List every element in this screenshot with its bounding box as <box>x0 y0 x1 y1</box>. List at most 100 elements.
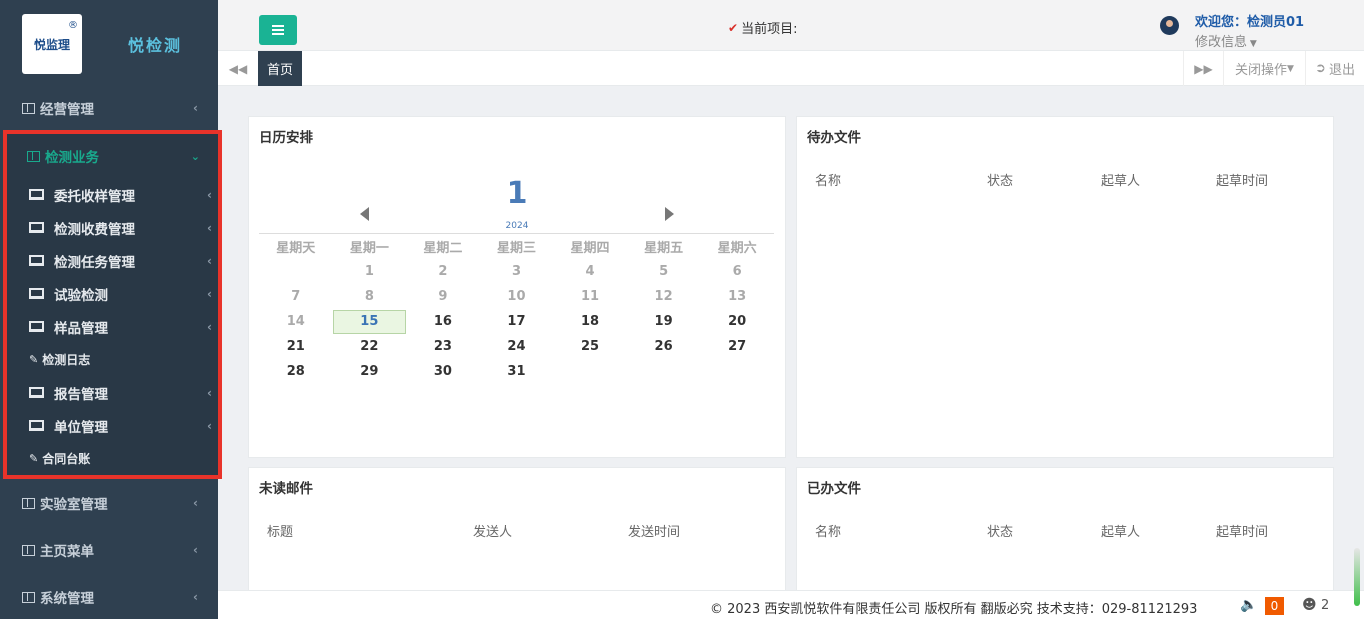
column-header: 名称 <box>815 174 842 189</box>
speaker-icon[interactable]: 🔈 <box>1240 597 1257 613</box>
hamburger-icon-line <box>272 29 284 31</box>
calendar-day[interactable]: 26 <box>627 334 701 359</box>
calendar-day[interactable]: 16 <box>406 309 480 334</box>
sidebar-item-home-menu[interactable]: 主页菜单 ‹ <box>0 530 218 570</box>
calendar-day[interactable]: 1 <box>333 259 407 284</box>
sidebar-item-testing[interactable]: 检测业务 ⌄ <box>7 134 218 178</box>
calendar-weekday: 星期二 <box>423 241 463 256</box>
calendar-day[interactable]: 18 <box>553 309 627 334</box>
calendar-day[interactable]: 25 <box>553 334 627 359</box>
sidebar-item-label: 经营管理 <box>40 102 94 118</box>
chevron-left-icon: ‹ <box>193 101 198 115</box>
panel-title: 日历安排 <box>259 130 313 146</box>
monitor-icon <box>29 387 44 398</box>
calendar-day[interactable]: 8 <box>333 284 407 309</box>
hamburger-icon <box>272 25 284 27</box>
logo-text: 悦监理 <box>33 37 70 52</box>
sidebar-item-reports[interactable]: 报告管理 ‹ <box>7 376 218 409</box>
sidebar-item-fees[interactable]: 检测收费管理 ‹ <box>7 211 218 244</box>
calendar-day[interactable]: 2 <box>406 259 480 284</box>
monitor-icon <box>29 222 44 233</box>
monitor-icon <box>29 288 44 299</box>
chevron-left-icon: ‹ <box>193 496 198 510</box>
sidebar-item-label: 样品管理 <box>54 320 108 337</box>
registered-mark: ® <box>68 20 78 31</box>
notification-badge[interactable]: 0 <box>1265 597 1284 615</box>
calendar-day[interactable]: 13 <box>700 284 774 309</box>
sidebar-item-units[interactable]: 单位管理 ‹ <box>7 409 218 442</box>
calendar-day[interactable]: 6 <box>700 259 774 284</box>
sidebar-item-label: 合同台账 <box>42 452 91 466</box>
calendar-day[interactable]: 12 <box>627 284 701 309</box>
sidebar-item-test[interactable]: 试验检测 ‹ <box>7 277 218 310</box>
book-icon <box>22 544 35 556</box>
scroll-tabs-right-button[interactable]: ▶▶ <box>1183 51 1223 86</box>
calendar-day[interactable]: 20 <box>700 309 774 334</box>
sidebar-item-label: 实验室管理 <box>40 497 108 513</box>
calendar-day[interactable]: 28 <box>259 359 333 384</box>
sidebar-item-label: 检测业务 <box>45 150 99 166</box>
sidebar-item-tasks[interactable]: 检测任务管理 ‹ <box>7 244 218 277</box>
calendar-day[interactable]: 24 <box>480 334 554 359</box>
calendar-day[interactable]: 17 <box>480 309 554 334</box>
calendar-prev-button[interactable] <box>360 207 369 221</box>
caret-down-icon: ▼ <box>1287 63 1294 74</box>
caret-down-icon: ▼ <box>1247 39 1257 49</box>
sidebar-item-contracts[interactable]: ✎ 合同台账 <box>7 442 218 475</box>
calendar-day[interactable]: 7 <box>259 284 333 309</box>
chevron-left-icon: ‹ <box>207 418 212 433</box>
sidebar-item-label: 检测日志 <box>42 353 91 367</box>
menu-toggle-button[interactable] <box>259 15 297 45</box>
calendar-day[interactable]: 4 <box>553 259 627 284</box>
sidebar-item-samples[interactable]: 样品管理 ‹ <box>7 310 218 343</box>
modify-info-dropdown[interactable]: 修改信息 ▼ <box>1195 31 1257 50</box>
scroll-tabs-left-button[interactable]: ◀◀ <box>218 51 258 86</box>
sidebar-item-business[interactable]: 经营管理 ‹ <box>0 88 218 128</box>
double-left-icon: ◀◀ <box>228 61 248 76</box>
scroll-indicator[interactable] <box>1354 548 1360 606</box>
sidebar-item-label: 单位管理 <box>54 419 108 436</box>
panel-title: 待办文件 <box>807 130 861 146</box>
calendar-day[interactable]: 11 <box>553 284 627 309</box>
unread-mail-panel: 未读邮件 标题 发送人 发送时间 <box>248 467 786 597</box>
calendar-day[interactable]: 3 <box>480 259 554 284</box>
calendar-weekday: 星期三 <box>496 241 536 256</box>
current-project-label: 当前项目: <box>741 22 798 37</box>
logout-button[interactable]: ➲ 退出 <box>1305 51 1364 86</box>
calendar-day[interactable]: 23 <box>406 334 480 359</box>
brand-name: 悦检测 <box>128 36 183 55</box>
calendar-weekday: 星期四 <box>570 241 610 256</box>
sidebar-item-system[interactable]: 系统管理 ‹ <box>0 577 218 617</box>
calendar-day[interactable]: 27 <box>700 334 774 359</box>
online-user-count: 2 <box>1321 598 1330 613</box>
sidebar-item-lab[interactable]: 实验室管理 ‹ <box>0 483 218 523</box>
sidebar-item-log[interactable]: ✎ 检测日志 <box>7 343 218 376</box>
close-ops-dropdown[interactable]: 关闭操作 ▼ <box>1223 51 1305 86</box>
column-header: 发送人 <box>473 525 513 540</box>
calendar-day[interactable]: 21 <box>259 334 333 359</box>
tab-home[interactable]: 首页 <box>258 51 302 86</box>
calendar-day[interactable]: 22 <box>333 334 407 359</box>
calendar-day[interactable]: 5 <box>627 259 701 284</box>
edit-icon: ✎ <box>29 452 39 465</box>
calendar-day[interactable]: 31 <box>480 359 554 384</box>
calendar-day[interactable]: 29 <box>333 359 407 384</box>
calendar-day[interactable]: 14 <box>259 309 333 334</box>
calendar-next-button[interactable] <box>665 207 674 221</box>
edit-icon: ✎ <box>29 353 39 366</box>
calendar-day[interactable]: 30 <box>406 359 480 384</box>
sidebar-item-label: 主页菜单 <box>40 544 94 560</box>
panel-title: 未读邮件 <box>259 481 313 497</box>
monitor-icon <box>29 255 44 266</box>
calendar-day-today[interactable]: 15 <box>332 309 407 334</box>
chevron-left-icon: ‹ <box>193 543 198 557</box>
calendar-day[interactable]: 19 <box>627 309 701 334</box>
calendar-day[interactable]: 10 <box>480 284 554 309</box>
column-header: 状态 <box>987 174 1014 189</box>
user-icon[interactable]: ☻ <box>1302 597 1317 613</box>
book-icon <box>22 591 35 603</box>
sidebar-item-sample-receipt[interactable]: 委托收样管理 ‹ <box>7 178 218 211</box>
todo-panel: 待办文件 名称 状态 起草人 起草时间 <box>796 116 1334 458</box>
calendar-day[interactable]: 9 <box>406 284 480 309</box>
double-right-icon: ▶▶ <box>1194 61 1213 76</box>
